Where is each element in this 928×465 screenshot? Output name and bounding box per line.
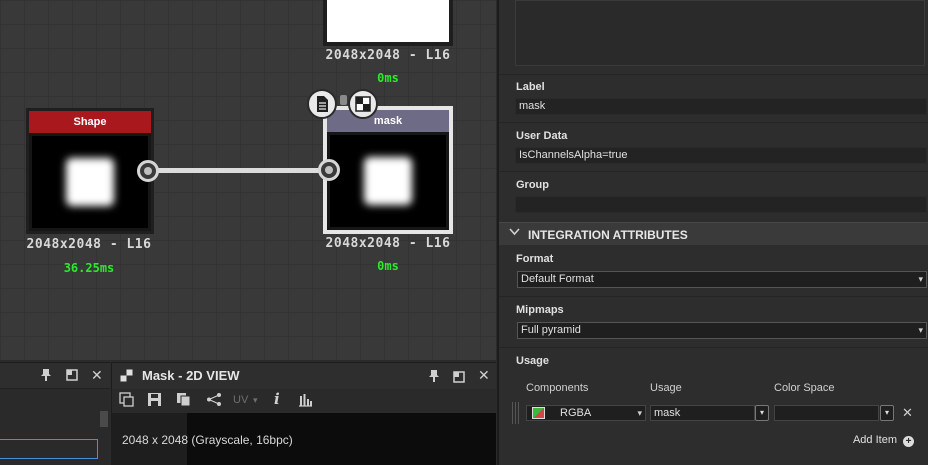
label-label: Label: [516, 81, 545, 93]
divider: [499, 122, 928, 123]
divider: [499, 347, 928, 348]
properties-panel: Label mask User Data IsChannelsAlpha=tru…: [497, 0, 928, 465]
uv-button[interactable]: UV: [233, 394, 248, 406]
chevron-down-icon: ▾: [637, 408, 642, 418]
fit-view-icon[interactable]: [119, 392, 134, 410]
input-port[interactable]: [318, 159, 340, 181]
histogram-icon[interactable]: [298, 392, 313, 410]
view-2d-panel: Mask - 2D VIEW ✕ UV ▾ i 2048 x 2048 (Gra…: [111, 362, 496, 465]
add-item-button[interactable]: Add Item +: [853, 434, 914, 447]
chevron-down-icon: ▾: [918, 325, 923, 335]
node-shape-time: 36.25ms: [63, 261, 115, 275]
mipmaps-label: Mipmaps: [516, 304, 564, 316]
app-window: 2048x2048 - L16 0ms Shape 2048x2048 - L1…: [0, 0, 928, 465]
node-mask-time: 0ms: [377, 259, 399, 273]
divider: [499, 296, 928, 297]
node-mask-title: mask: [327, 110, 449, 132]
column-color-space: Color Space: [774, 382, 835, 394]
mipmaps-select[interactable]: Full pyramid ▾: [517, 322, 927, 339]
format-value: Default Format: [521, 273, 594, 285]
column-components: Components: [526, 382, 589, 394]
integration-attributes-header[interactable]: INTEGRATION ATTRIBUTES: [499, 222, 928, 245]
components-select[interactable]: RGBA ▾: [526, 405, 646, 421]
plus-circle-icon: +: [903, 436, 914, 447]
format-select[interactable]: Default Format ▾: [517, 271, 927, 288]
node-mask-preview: [330, 135, 446, 227]
link-icon: [340, 95, 347, 105]
maximize-icon[interactable]: [66, 369, 78, 384]
view-2d-canvas[interactable]: 2048 x 2048 (Grayscale, 16bpc): [112, 413, 496, 465]
usage-label: Usage: [516, 355, 550, 367]
components-value: RGBA: [560, 407, 592, 419]
document-icon[interactable]: [307, 89, 337, 119]
close-icon[interactable]: ✕: [91, 367, 103, 384]
copy-icon[interactable]: [176, 392, 191, 410]
maximize-icon[interactable]: [453, 370, 465, 388]
remove-row-icon[interactable]: ✕: [902, 405, 913, 421]
node-shape-preview: [32, 136, 148, 228]
chevron-down-icon: ▾: [918, 274, 923, 284]
rgba-icon: [532, 407, 545, 419]
node-top-stats: 2048x2048 - L16: [325, 48, 451, 63]
divider: [499, 171, 928, 172]
selected-field[interactable]: [0, 439, 98, 459]
mipmaps-value: Full pyramid: [521, 324, 581, 336]
divider: [499, 74, 928, 75]
output-port[interactable]: [137, 160, 159, 182]
close-icon[interactable]: ✕: [478, 367, 490, 384]
pin-icon[interactable]: [428, 369, 440, 388]
properties-preview: [515, 0, 925, 66]
color-space-select[interactable]: [774, 405, 879, 421]
info-icon[interactable]: i: [274, 390, 280, 408]
share-icon[interactable]: [206, 392, 222, 410]
save-icon[interactable]: [147, 392, 162, 410]
integration-attributes-title: INTEGRATION ATTRIBUTES: [528, 228, 688, 242]
image-info: 2048 x 2048 (Grayscale, 16bpc): [122, 433, 293, 447]
label-field[interactable]: mask: [515, 98, 927, 115]
checker-icon[interactable]: [348, 89, 378, 119]
graph-canvas[interactable]: 2048x2048 - L16 0ms Shape 2048x2048 - L1…: [0, 0, 496, 360]
view-2d-toolbar: UV ▾ i: [112, 389, 496, 413]
connection-wire[interactable]: [150, 168, 328, 173]
node-shape-stats: 2048x2048 - L16: [26, 237, 152, 252]
node-top-time: 0ms: [377, 71, 399, 85]
view-2d-header: Mask - 2D VIEW ✕: [112, 363, 496, 389]
node-mask-stats: 2048x2048 - L16: [325, 236, 451, 251]
usage-dropdown-button[interactable]: ▾: [755, 405, 769, 421]
pin-icon[interactable]: [40, 368, 52, 385]
user-data-label: User Data: [516, 130, 568, 142]
group-field[interactable]: [515, 196, 927, 213]
node-shape[interactable]: Shape: [26, 108, 154, 234]
scrollbar[interactable]: [100, 411, 108, 427]
drag-handle[interactable]: [512, 402, 520, 424]
node-top-output[interactable]: [323, 0, 453, 46]
node-top-preview: [327, 0, 449, 42]
chevron-down-icon: [509, 227, 520, 239]
usage-value: mask: [654, 407, 681, 419]
add-item-label: Add Item: [852, 434, 897, 446]
usage-select[interactable]: mask: [650, 405, 755, 421]
bottom-left-panel: ✕: [0, 362, 110, 465]
usage-row: RGBA ▾ mask ▾ ▾ ✕: [508, 402, 928, 426]
format-label: Format: [516, 253, 554, 265]
node-mask[interactable]: mask: [323, 106, 453, 234]
chevron-down-icon[interactable]: ▾: [253, 395, 258, 406]
view-2d-title: Mask - 2D VIEW: [142, 368, 240, 383]
node-shape-title: Shape: [29, 111, 151, 133]
color-space-dropdown-button[interactable]: ▾: [880, 405, 894, 421]
view-2d-icon: [120, 369, 133, 387]
group-label: Group: [516, 179, 549, 191]
user-data-field[interactable]: IsChannelsAlpha=true: [515, 147, 927, 164]
column-usage: Usage: [650, 382, 682, 394]
